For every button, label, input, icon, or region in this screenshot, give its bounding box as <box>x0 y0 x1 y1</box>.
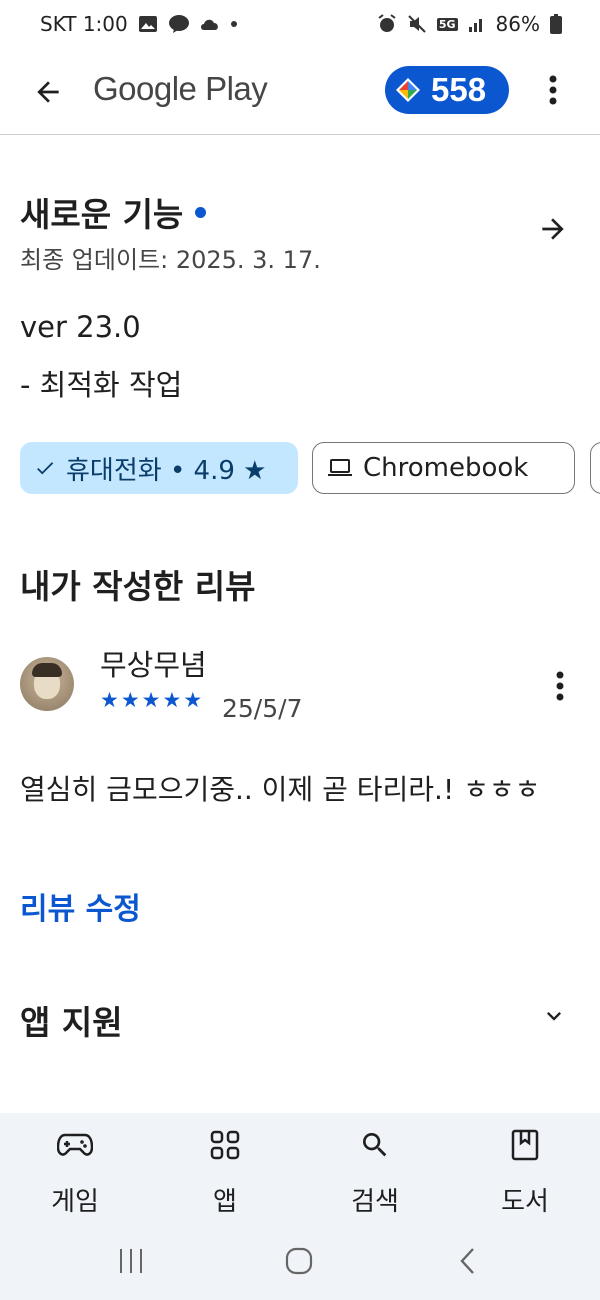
arrow-forward-icon <box>542 218 564 240</box>
star-icon: ★ <box>183 688 203 712</box>
edit-review-link[interactable]: 리뷰 수정 <box>20 884 141 928</box>
more-options-button[interactable] <box>536 70 570 110</box>
chip-phone-label: 휴대전화 • 4.9 ★ <box>66 455 267 486</box>
signal-icon <box>468 15 486 33</box>
cloud-icon <box>200 17 220 31</box>
nav-item-books[interactable]: 도서 <box>475 1127 575 1218</box>
system-back-button[interactable] <box>448 1241 488 1281</box>
reviewer-name: 무상무념 <box>100 648 207 682</box>
gallery-icon <box>138 15 158 33</box>
whats-new-header[interactable]: 새로운 기능 <box>20 188 207 236</box>
play-points-value: 558 <box>431 71 487 108</box>
version-text: ver 23.0 <box>20 310 141 344</box>
more-vert-icon <box>556 671 564 701</box>
battery-icon <box>550 14 562 34</box>
mute-icon <box>407 14 427 34</box>
nav-label-search: 검색 <box>351 1187 399 1217</box>
kakaotalk-icon <box>168 14 190 34</box>
star-rating: ★ ★ ★ ★ ★ <box>100 688 202 712</box>
star-icon: ★ <box>141 688 161 712</box>
home-button[interactable] <box>279 1241 319 1281</box>
check-icon <box>37 462 54 475</box>
play-points-badge[interactable]: 558 <box>385 66 509 114</box>
recent-apps-button[interactable] <box>111 1241 151 1281</box>
star-icon: ★ <box>120 688 140 712</box>
nav-label-games: 게임 <box>51 1187 99 1217</box>
gamepad-icon <box>25 1127 125 1163</box>
nav-item-search[interactable]: 검색 <box>325 1127 425 1218</box>
chip-chromebook-label: Chromebook <box>363 453 529 483</box>
home-icon <box>285 1247 313 1275</box>
nav-label-apps: 앱 <box>213 1187 237 1217</box>
review-text: 열심히 금모으기중.. 이제 곧 타리라.! ㅎㅎㅎ <box>20 773 541 806</box>
nav-label-books: 도서 <box>501 1187 549 1217</box>
arrow-back-icon <box>37 81 59 103</box>
notification-dot-icon <box>230 20 238 28</box>
more-vert-icon <box>549 75 557 105</box>
review-date: 25/5/7 <box>222 694 303 723</box>
avatar <box>20 657 74 711</box>
last-updated-text: 최종 업데이트: 2025. 3. 17. <box>20 246 321 274</box>
app-support-expand-button[interactable] <box>536 998 572 1034</box>
star-icon: ★ <box>162 688 182 712</box>
recent-apps-icon <box>120 1249 142 1273</box>
status-bar: SKT 1:00 5G 86% <box>0 0 600 54</box>
star-icon: ★ <box>100 688 119 712</box>
changes-text: - 최적화 작업 <box>20 368 183 402</box>
my-review-title: 내가 작성한 리뷰 <box>20 567 256 606</box>
new-indicator-dot <box>195 206 207 218</box>
apps-grid-icon <box>175 1127 275 1163</box>
nav-item-games[interactable]: 게임 <box>25 1127 125 1218</box>
google-play-logo: Google Play <box>93 70 268 107</box>
back-chevron-icon <box>460 1248 474 1274</box>
book-icon <box>475 1127 575 1163</box>
network-5g-icon: 5G <box>436 17 458 31</box>
battery-level: 86% <box>495 12 540 36</box>
bottom-navigation: 게임 앱 검색 도서 <box>0 1113 600 1223</box>
chevron-down-icon <box>547 1012 561 1021</box>
app-support-title[interactable]: 앱 지원 <box>20 996 123 1044</box>
status-time: SKT 1:00 <box>40 12 128 36</box>
nav-item-apps[interactable]: 앱 <box>175 1127 275 1218</box>
review-more-button[interactable] <box>545 666 575 706</box>
chip-chromebook[interactable]: Chromebook <box>312 442 575 494</box>
app-bar: Google Play 558 <box>0 58 600 135</box>
play-points-diamond-icon <box>396 78 420 102</box>
back-button[interactable] <box>28 72 68 112</box>
whats-new-title: 새로운 기능 <box>20 195 184 234</box>
alarm-icon <box>377 14 397 34</box>
search-icon <box>325 1127 425 1163</box>
whats-new-arrow-button[interactable] <box>532 208 574 250</box>
system-navigation-bar <box>0 1223 600 1300</box>
chip-phone[interactable]: 휴대전화 • 4.9 ★ <box>20 442 298 494</box>
chip-more[interactable] <box>590 442 600 494</box>
laptop-icon <box>328 459 352 476</box>
